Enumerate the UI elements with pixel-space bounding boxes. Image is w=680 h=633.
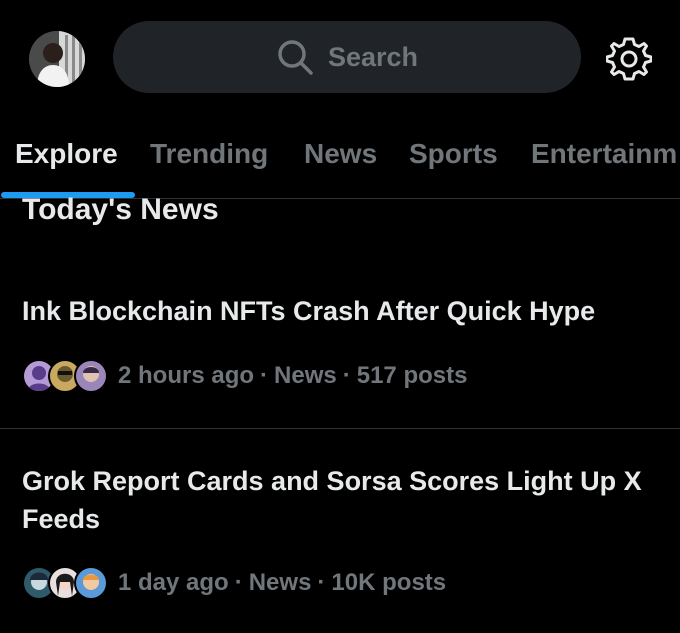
- avatar: [74, 566, 108, 600]
- meta-separator: ·: [342, 362, 351, 389]
- meta-separator: ·: [317, 569, 326, 596]
- news-category: News: [248, 569, 312, 596]
- news-time: 2 hours ago: [118, 362, 255, 389]
- gear-icon[interactable]: [605, 36, 653, 82]
- avatar-image: [29, 31, 85, 87]
- news-post-count: 10K posts: [331, 569, 447, 596]
- tab-entertainment[interactable]: Entertainm: [531, 138, 677, 170]
- meta-separator: ·: [234, 569, 243, 596]
- section-title: Today's News: [22, 193, 219, 226]
- news-meta: 1 day ago · News · 10K posts: [22, 565, 446, 601]
- tab-bar: Explore Trending News Sports Entertainm: [0, 120, 680, 199]
- avatar-group: [22, 566, 108, 600]
- news-meta: 2 hours ago · News · 517 posts: [22, 358, 467, 394]
- search-bar[interactable]: Search: [113, 21, 581, 93]
- tab-sports[interactable]: Sports: [409, 138, 498, 170]
- news-item[interactable]: Ink Blockchain NFTs Crash After Quick Hy…: [0, 260, 680, 428]
- avatar-group: [22, 359, 108, 393]
- news-title[interactable]: Grok Report Cards and Sorsa Scores Light…: [22, 462, 662, 538]
- tab-news[interactable]: News: [304, 138, 377, 170]
- news-title[interactable]: Ink Blockchain NFTs Crash After Quick Hy…: [22, 292, 662, 330]
- search-placeholder: Search: [327, 41, 419, 72]
- tab-trending[interactable]: Trending: [150, 138, 268, 170]
- search-icon: [278, 40, 313, 75]
- news-item[interactable]: Grok Report Cards and Sorsa Scores Light…: [0, 429, 680, 633]
- news-post-count: 517 posts: [356, 362, 468, 389]
- meta-separator: ·: [260, 362, 269, 389]
- news-time: 1 day ago: [118, 569, 229, 596]
- tab-explore[interactable]: Explore: [15, 138, 118, 170]
- news-category: News: [274, 362, 337, 389]
- top-bar: Search: [0, 0, 680, 115]
- avatar: [74, 359, 108, 393]
- profile-avatar[interactable]: [29, 31, 85, 87]
